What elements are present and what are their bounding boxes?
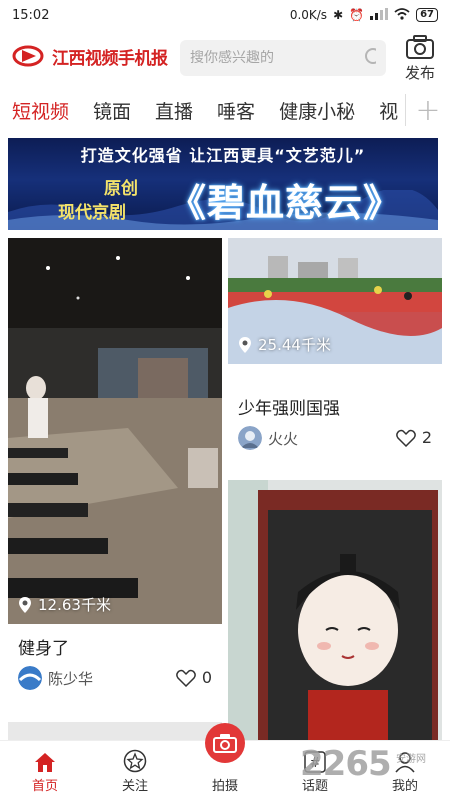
alarm-icon: ⏰ — [349, 8, 365, 22]
avatar[interactable] — [238, 426, 262, 450]
doll-photo — [228, 480, 442, 740]
star-icon — [123, 749, 147, 773]
category-tabs: 短视频 镜面 直播 唾客 健康小秘 视 + — [0, 90, 450, 130]
tab-mirror[interactable]: 镜面 — [93, 97, 131, 124]
card-author[interactable]: 陈少华 — [18, 666, 93, 690]
signal-icon — [370, 7, 389, 23]
status-bar: 15:02 0.0K/s ✱ ⏰ 67 — [0, 0, 450, 30]
nav-follow[interactable]: 关注 — [90, 741, 180, 800]
tab-health[interactable]: 健康小秘 — [279, 97, 355, 124]
camera-icon — [213, 734, 237, 753]
watermark-logo: 2265 — [300, 744, 392, 784]
search-icon[interactable] — [364, 47, 376, 69]
add-tab-button[interactable]: + — [406, 90, 450, 130]
location-pin-icon — [19, 596, 31, 613]
heart-icon — [176, 669, 196, 687]
tab-short-video[interactable]: 短视频 — [12, 97, 69, 124]
video-card-right[interactable]: 25.44千米 少年强则国强 火火 2 — [228, 238, 442, 474]
status-time: 15:02 — [12, 7, 50, 23]
home-icon — [35, 753, 55, 772]
banner-subtitle-opera: 现代京剧 — [58, 203, 126, 223]
app-header: 江西视频手机报 发布 — [0, 30, 450, 88]
heart-icon — [396, 429, 416, 447]
author-name[interactable]: 陈少华 — [48, 668, 93, 689]
bluetooth-icon: ✱ — [333, 8, 344, 22]
tab-live[interactable]: 直播 — [155, 97, 193, 124]
app-logo: 江西视频手机报 — [12, 42, 168, 70]
logo-text: 江西视频手机报 — [52, 48, 168, 68]
shoot-button[interactable] — [205, 723, 245, 763]
distance-label: 25.44千米 — [238, 334, 331, 355]
status-indicators: 0.0K/s ✱ ⏰ 67 — [289, 7, 438, 23]
camera-icon — [406, 35, 434, 59]
like-button[interactable]: 0 — [176, 668, 212, 687]
video-card-right-2[interactable] — [228, 480, 442, 740]
nav-home-label: 首页 — [31, 779, 58, 794]
like-count: 2 — [421, 428, 432, 447]
location-pin-icon — [239, 336, 251, 353]
search-input[interactable] — [190, 50, 364, 66]
card-author[interactable]: 火火 — [238, 426, 298, 450]
distance-text: 12.63千米 — [38, 596, 111, 614]
network-speed: 0.0K/s — [289, 8, 328, 22]
plus-icon: + — [415, 92, 441, 128]
promo-banner[interactable]: 打造文化强省 让江西更具“文艺范儿” 原创 现代京剧 《碧血慈云》 — [8, 138, 438, 230]
battery-indicator: 67 — [416, 8, 438, 22]
video-card-left[interactable]: 12.63千米 健身了 陈少华 0 — [8, 238, 222, 718]
tab-video[interactable]: 视 — [379, 97, 398, 124]
distance-label: 12.63千米 — [18, 594, 111, 615]
nav-shoot[interactable]: 拍摄 — [180, 723, 270, 800]
card-title[interactable]: 少年强则国强 — [238, 394, 340, 419]
logo-icon — [12, 45, 44, 67]
publish-button[interactable]: 发布 — [398, 34, 442, 83]
like-button[interactable]: 2 — [396, 428, 432, 447]
distance-text: 25.44千米 — [258, 336, 331, 354]
video-thumbnail[interactable] — [228, 480, 442, 740]
nav-mine-label: 我的 — [391, 779, 418, 794]
banner-top-text: 打造文化强省 让江西更具“文艺范儿” — [80, 146, 366, 165]
tab-tuoke[interactable]: 唾客 — [217, 97, 255, 124]
banner-title: 《碧血慈云》 — [168, 180, 403, 225]
banner-subtitle-original: 原创 — [104, 179, 138, 199]
avatar[interactable] — [18, 666, 42, 690]
gym-photo — [8, 238, 222, 624]
card-title[interactable]: 健身了 — [18, 634, 69, 659]
nav-follow-label: 关注 — [121, 779, 148, 794]
nav-shoot-label: 拍摄 — [211, 779, 238, 794]
watermark-text: 安游网 — [396, 754, 426, 765]
like-count: 0 — [201, 668, 212, 687]
search-bar[interactable] — [180, 40, 386, 76]
video-card-peek[interactable] — [8, 722, 222, 740]
publish-label: 发布 — [404, 64, 435, 82]
author-name[interactable]: 火火 — [268, 428, 298, 449]
wifi-icon — [394, 7, 410, 23]
nav-home[interactable]: 首页 — [0, 741, 90, 800]
video-thumbnail[interactable] — [8, 238, 222, 624]
